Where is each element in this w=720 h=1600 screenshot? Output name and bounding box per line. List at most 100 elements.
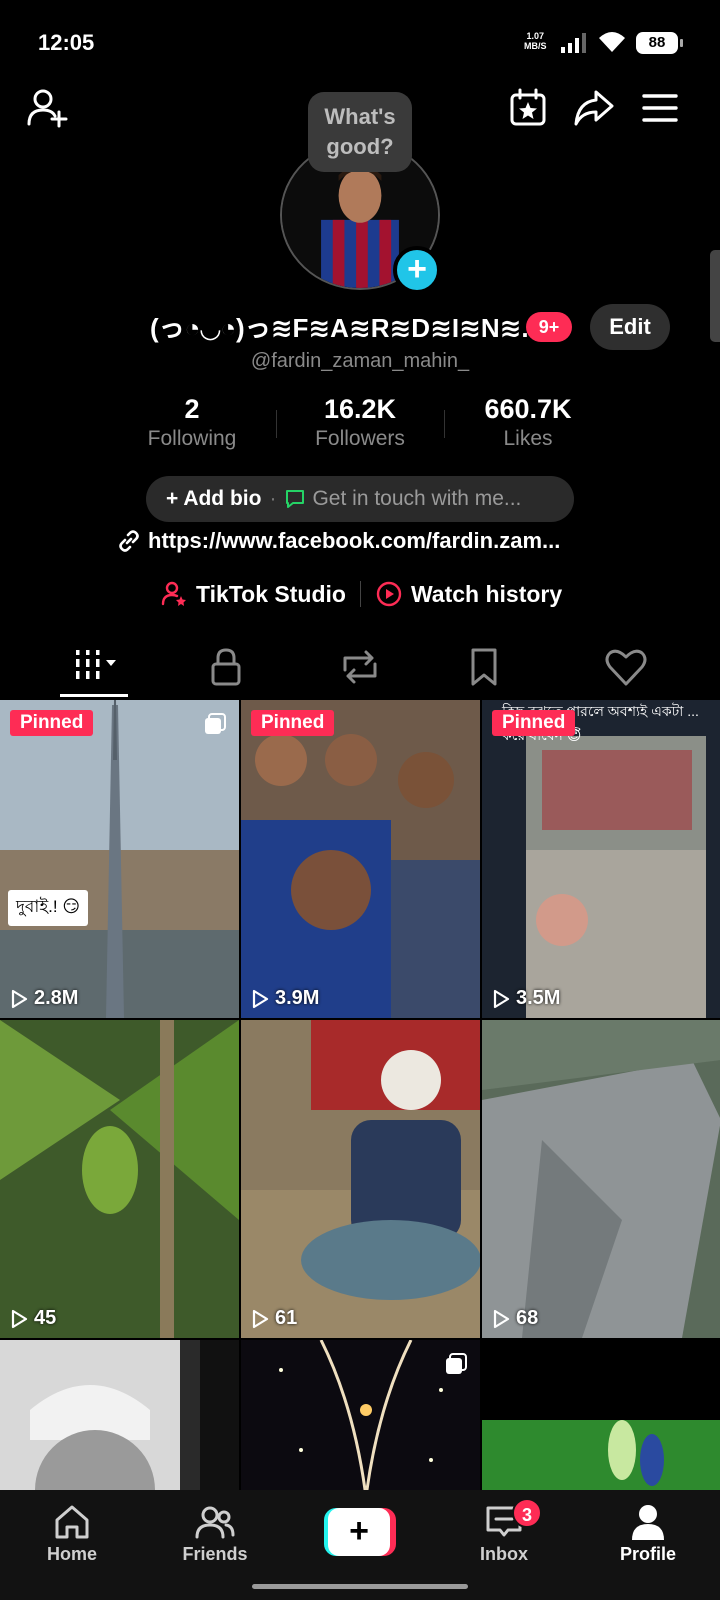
link-icon bbox=[119, 530, 139, 552]
tiktok-studio-icon bbox=[161, 581, 186, 606]
view-count-text: 3.9M bbox=[275, 987, 320, 1009]
studio-row: TikTok Studio Watch history bbox=[160, 580, 562, 608]
multi-photo-icon bbox=[446, 1353, 467, 1374]
nav-friends-label: Friends bbox=[182, 1544, 248, 1564]
share-icon[interactable] bbox=[572, 86, 616, 130]
status-bar: 12:05 1.07 MB/S 88 bbox=[0, 0, 720, 90]
repost-icon[interactable] bbox=[330, 640, 390, 696]
multi-photo-icon bbox=[205, 713, 226, 734]
add-bio-button[interactable]: + Add bio bbox=[166, 487, 261, 511]
status-time: 12:05 bbox=[38, 30, 95, 55]
view-count: 68 bbox=[492, 1307, 538, 1330]
add-avatar-button[interactable]: + bbox=[393, 246, 441, 294]
tiktok-studio-link[interactable]: TikTok Studio bbox=[196, 581, 346, 608]
likes-label: Likes bbox=[503, 427, 553, 450]
play-icon bbox=[493, 1309, 510, 1328]
pinned-badge: Pinned bbox=[251, 710, 335, 736]
video-grid: Pinned দুবাই.! 😏 2.8M Pinned 3.9M পারলে … bbox=[0, 700, 720, 1490]
nav-inbox[interactable]: 3 Inbox bbox=[444, 1498, 564, 1565]
bookmark-icon[interactable] bbox=[454, 640, 514, 696]
video-tile[interactable] bbox=[0, 1340, 239, 1490]
add-friend-icon[interactable] bbox=[26, 86, 70, 130]
stat-divider bbox=[444, 410, 445, 438]
notification-badge[interactable]: 9+ bbox=[526, 312, 572, 342]
video-tile[interactable]: কিছু বুঝতে পারলে অবশ্যই একটা ... করে যাব… bbox=[482, 700, 720, 1018]
view-count-text: 61 bbox=[275, 1307, 298, 1329]
friends-icon bbox=[195, 1506, 235, 1539]
pinned-badge: Pinned bbox=[492, 710, 576, 736]
menu-icon[interactable] bbox=[638, 86, 682, 130]
video-caption: দুবাই.! 😏 bbox=[8, 890, 89, 926]
watch-history-link[interactable]: Watch history bbox=[411, 581, 562, 608]
tab-videos[interactable] bbox=[64, 640, 128, 696]
chat-icon bbox=[286, 490, 305, 508]
plus-icon: + bbox=[328, 1508, 390, 1556]
nav-home-label: Home bbox=[46, 1544, 97, 1564]
video-tile[interactable]: 68 bbox=[482, 1020, 720, 1338]
home-icon bbox=[55, 1505, 89, 1539]
video-tile[interactable] bbox=[241, 1340, 480, 1490]
status-bubble-line-1: What's bbox=[324, 104, 396, 129]
video-tile[interactable]: Pinned 3.9M bbox=[241, 700, 480, 1018]
following-count: 2 bbox=[184, 394, 200, 424]
nav-friends[interactable]: Friends bbox=[155, 1502, 275, 1565]
play-icon bbox=[11, 989, 28, 1008]
profile-link[interactable]: https://www.facebook.com/fardin.zam... bbox=[116, 528, 560, 554]
video-tile[interactable] bbox=[482, 1340, 720, 1490]
stat-followers[interactable]: 16.2K Followers bbox=[300, 394, 420, 451]
video-tile[interactable]: 45 bbox=[0, 1020, 239, 1338]
view-count-text: 3.5M bbox=[516, 987, 561, 1009]
followers-count: 16.2K bbox=[323, 394, 397, 424]
lock-icon[interactable] bbox=[196, 640, 256, 696]
profile-tabs bbox=[0, 640, 720, 700]
profile-link-text: https://www.facebook.com/fardin.zam... bbox=[148, 528, 561, 553]
nav-inbox-label: Inbox bbox=[480, 1544, 528, 1564]
video-thumbnail bbox=[241, 1020, 480, 1338]
status-bubble[interactable]: What's good? bbox=[308, 92, 412, 172]
pinned-badge: Pinned bbox=[10, 710, 94, 736]
stat-following[interactable]: 2 Following bbox=[142, 394, 242, 451]
view-count-text: 45 bbox=[34, 1307, 57, 1329]
play-icon bbox=[11, 1309, 28, 1328]
network-speed-value: 1.07 bbox=[526, 31, 545, 41]
nav-home[interactable]: Home bbox=[12, 1502, 132, 1565]
stat-likes[interactable]: 660.7K Likes bbox=[468, 394, 588, 451]
network-speed-unit: MB/S bbox=[524, 41, 547, 51]
calendar-star-icon[interactable] bbox=[506, 86, 550, 130]
side-panel-handle[interactable] bbox=[710, 250, 720, 342]
signal-icon bbox=[561, 33, 586, 53]
video-tile[interactable]: 61 bbox=[241, 1020, 480, 1338]
view-count: 3.9M bbox=[251, 987, 319, 1010]
view-count-text: 68 bbox=[516, 1307, 539, 1329]
video-thumbnail bbox=[0, 1340, 239, 1490]
edit-profile-button[interactable]: Edit bbox=[590, 304, 670, 350]
view-count: 61 bbox=[251, 1307, 297, 1330]
video-thumbnail bbox=[241, 700, 480, 1018]
play-icon bbox=[493, 989, 510, 1008]
video-tile[interactable]: Pinned দুবাই.! 😏 2.8M bbox=[0, 700, 239, 1018]
profile-icon bbox=[632, 1505, 664, 1540]
stat-divider bbox=[276, 410, 277, 438]
video-thumbnail bbox=[482, 1340, 720, 1490]
view-count: 3.5M bbox=[492, 987, 560, 1010]
play-icon bbox=[252, 1309, 269, 1328]
bio-separator: · bbox=[269, 487, 277, 510]
home-indicator[interactable] bbox=[252, 1584, 468, 1589]
get-in-touch-button[interactable]: Get in touch with me... bbox=[312, 487, 521, 511]
row-divider bbox=[359, 581, 361, 607]
inbox-badge: 3 bbox=[512, 1498, 542, 1528]
active-tab-indicator bbox=[60, 694, 128, 697]
display-name: (っ◔◡◔)っ≋F≋A≋R≋D≋I≋N≋... bbox=[150, 313, 544, 343]
status-bubble-line-2: good? bbox=[326, 134, 394, 159]
heart-icon[interactable] bbox=[596, 640, 656, 696]
create-button[interactable]: + bbox=[324, 1508, 396, 1556]
wifi-icon bbox=[599, 32, 625, 52]
bio-pill[interactable]: + Add bio · Get in touch with me... bbox=[146, 476, 574, 522]
likes-count: 660.7K bbox=[484, 394, 572, 424]
nav-profile[interactable]: Profile bbox=[588, 1502, 708, 1565]
view-count-text: 2.8M bbox=[34, 987, 79, 1009]
network-speed: 1.07 MB/S bbox=[524, 31, 547, 51]
view-count: 2.8M bbox=[10, 987, 78, 1010]
video-thumbnail bbox=[482, 1020, 720, 1338]
video-thumbnail bbox=[0, 1020, 239, 1338]
